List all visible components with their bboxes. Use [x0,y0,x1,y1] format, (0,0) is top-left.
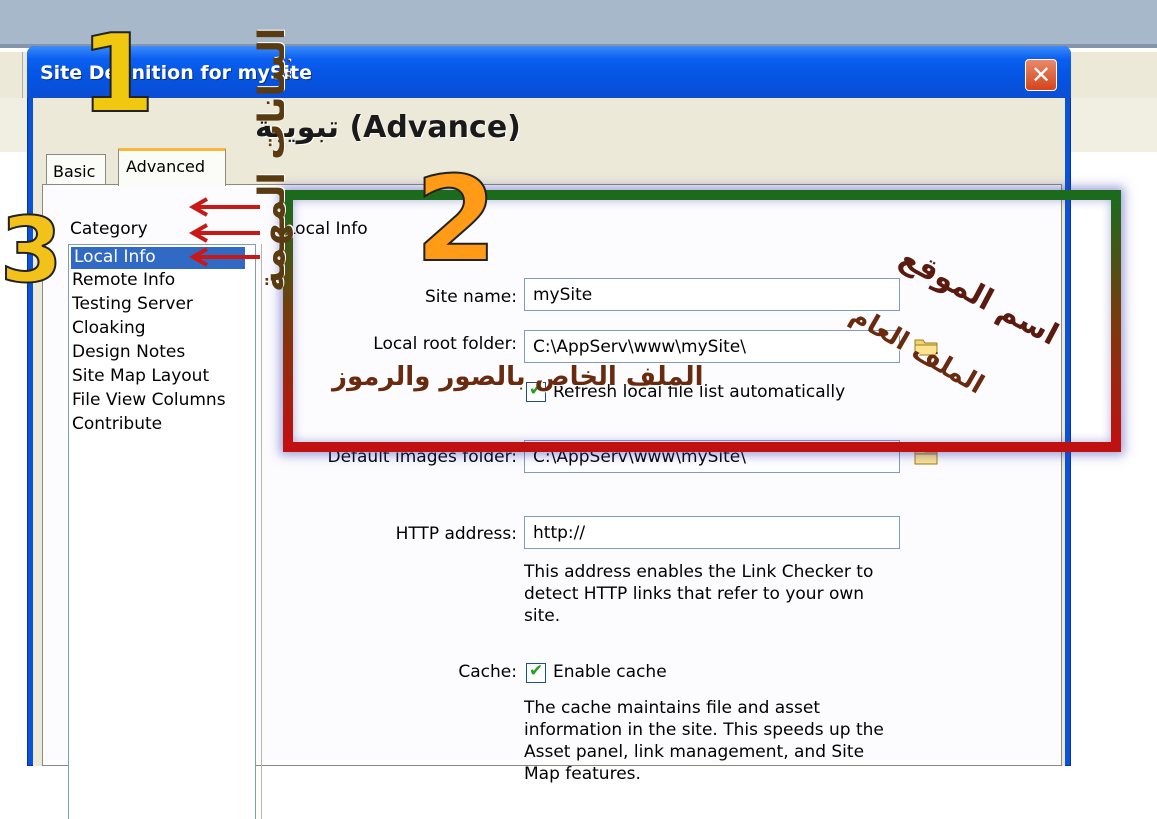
category-item-local-info[interactable]: Local Info [71,247,245,269]
dialog-title-bar[interactable]: Site Definition for mySite ✕ [27,46,1071,98]
dialog-client-area: Basic Advanced Category Local Info Remot… [33,98,1065,819]
tab-basic[interactable]: Basic [46,154,106,184]
cache-help-text: The cache maintains file and asset infor… [524,698,884,784]
check-icon: ✔ [529,380,544,400]
http-help-text: This address enables the Link Checker to… [524,562,874,626]
desktop-top-band [0,0,1157,44]
images-folder-input[interactable]: C:\AppServ\www\mySite\ [524,440,900,473]
close-icon: ✕ [1030,61,1052,89]
site-name-label: Site name: [425,287,517,307]
cache-label: Cache: [458,662,517,682]
tab-basic-label: Basic [53,162,96,181]
site-definition-dialog: Site Definition for mySite ✕ Basic Advan… [27,46,1071,819]
http-address-label: HTTP address: [395,524,517,544]
dialog-title: Site Definition for mySite [40,62,313,84]
refresh-checkbox-label[interactable]: Refresh local file list automatically [553,382,845,402]
browse-folder-icon[interactable] [913,335,939,357]
check-icon: ✔ [529,661,544,681]
category-item-design-notes[interactable]: Design Notes [69,341,255,365]
refresh-checkbox[interactable]: ✔ [526,380,546,402]
category-list[interactable]: Local Info Remote Info Testing Server Cl… [68,244,256,819]
category-item-site-map-layout[interactable]: Site Map Layout [69,365,255,389]
local-root-label: Local root folder: [373,334,517,354]
category-item-file-view-columns[interactable]: File View Columns [69,389,255,413]
tab-advanced[interactable]: Advanced [118,148,226,186]
background-toolbar-separator [22,52,23,98]
site-name-input[interactable]: mySite [524,278,900,311]
category-heading: Category [70,219,148,239]
category-item-remote-info[interactable]: Remote Info [69,269,255,293]
tab-advanced-label: Advanced [126,157,206,176]
http-address-input[interactable]: http:// [524,516,900,549]
enable-cache-label[interactable]: Enable cache [553,662,667,682]
panel-divider [261,244,262,819]
category-item-cloaking[interactable]: Cloaking [69,317,255,341]
images-folder-label: Default images folder: [327,447,517,467]
local-root-input[interactable]: C:\AppServ\www\mySite\ [524,330,900,363]
enable-cache-checkbox[interactable]: ✔ [526,661,546,683]
section-title: Local Info [286,219,368,239]
category-item-contribute[interactable]: Contribute [69,413,255,437]
category-item-testing-server[interactable]: Testing Server [69,293,255,317]
close-button[interactable]: ✕ [1025,59,1057,91]
browse-folder-icon[interactable] [913,444,939,466]
